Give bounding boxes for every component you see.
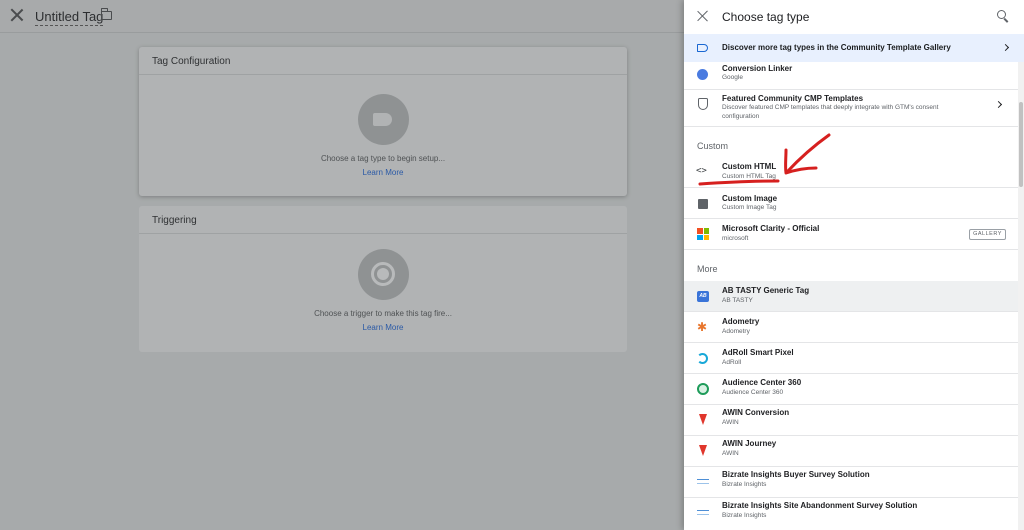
close-icon[interactable] bbox=[697, 10, 709, 22]
code-icon: <> bbox=[696, 166, 707, 176]
gallery-badge: GALLERY bbox=[969, 229, 1006, 240]
item-title: AWIN Journey bbox=[722, 439, 777, 448]
chevron-right-icon bbox=[1001, 43, 1010, 52]
item-title: AB TASTY Generic Tag bbox=[722, 286, 810, 295]
item-title: Custom Image bbox=[722, 194, 778, 203]
bizrate-logo-icon bbox=[697, 479, 709, 484]
section-label-custom: Custom bbox=[697, 141, 729, 151]
adroll-logo-icon bbox=[697, 353, 708, 364]
editor-topbar: Untitled Tag bbox=[0, 0, 684, 33]
panel-header: Choose tag type bbox=[684, 0, 1024, 33]
tag-type-item-awin-conversion[interactable]: AWIN Conversion AWIN bbox=[684, 405, 1018, 436]
abtasty-logo-icon: AB bbox=[697, 291, 709, 302]
item-subtitle: AWIN bbox=[722, 450, 739, 457]
folder-icon[interactable] bbox=[100, 8, 112, 20]
scrollbar-thumb[interactable] bbox=[1019, 102, 1023, 187]
choose-tag-type-panel: Choose tag type Discover more tag types … bbox=[684, 0, 1024, 530]
item-subtitle: Custom Image Tag bbox=[722, 204, 777, 211]
tag-type-item-bizrate-abandonment[interactable]: Bizrate Insights Site Abandonment Survey… bbox=[684, 498, 1018, 530]
item-title: AWIN Conversion bbox=[722, 408, 790, 417]
item-subtitle: Custom HTML Tag bbox=[722, 173, 776, 180]
divider bbox=[684, 249, 1018, 250]
tag-type-placeholder[interactable] bbox=[358, 94, 409, 145]
tag-type-item-ab-tasty[interactable]: AB AB TASTY Generic Tag AB TASTY bbox=[684, 281, 1018, 312]
awin-logo-icon bbox=[699, 445, 707, 456]
item-subtitle: Discover featured CMP templates that dee… bbox=[722, 104, 939, 120]
image-icon bbox=[698, 199, 708, 209]
tag-type-item-audience-center[interactable]: Audience Center 360 Audience Center 360 bbox=[684, 374, 1018, 405]
tag-icon bbox=[373, 113, 392, 126]
search-icon[interactable] bbox=[997, 10, 1006, 19]
microsoft-logo-icon bbox=[697, 228, 709, 240]
triggering-card[interactable]: Triggering Choose a trigger to make this… bbox=[139, 206, 627, 352]
panel-title: Choose tag type bbox=[722, 10, 810, 24]
card-hint: Choose a tag type to begin setup... bbox=[320, 154, 446, 163]
tag-type-item-microsoft-clarity[interactable]: Microsoft Clarity - Official microsoft G… bbox=[684, 219, 1018, 250]
section-label-more: More bbox=[697, 264, 718, 274]
divider bbox=[139, 74, 627, 75]
item-title: Conversion Linker bbox=[722, 64, 793, 73]
tag-type-item-custom-html[interactable]: <> Custom HTML Custom HTML Tag bbox=[684, 157, 1018, 188]
tag-type-item-cmp-templates[interactable]: Featured Community CMP Templates Discove… bbox=[684, 90, 1018, 127]
item-subtitle: AB TASTY bbox=[722, 297, 753, 304]
card-title: Tag Configuration bbox=[152, 56, 231, 67]
banner-text: Discover more tag types in the Community… bbox=[722, 43, 951, 52]
chevron-right-icon bbox=[994, 100, 1003, 109]
tag-name-field[interactable]: Untitled Tag bbox=[35, 9, 104, 26]
item-subtitle: AWIN bbox=[722, 419, 739, 426]
item-subtitle: Bizrate Insights bbox=[722, 512, 767, 519]
community-gallery-banner[interactable]: Discover more tag types in the Community… bbox=[684, 34, 1024, 62]
item-subtitle: Bizrate Insights bbox=[722, 481, 767, 488]
close-icon[interactable] bbox=[10, 8, 24, 22]
item-subtitle: Adometry bbox=[722, 328, 750, 335]
trigger-placeholder[interactable] bbox=[358, 249, 409, 300]
item-title: Featured Community CMP Templates bbox=[722, 94, 864, 103]
tag-type-item-conversion-linker[interactable]: Conversion Linker Google bbox=[684, 62, 1018, 90]
item-subtitle: AdRoll bbox=[722, 359, 742, 366]
item-title: Adometry bbox=[722, 317, 760, 326]
card-hint: Choose a trigger to make this tag fire..… bbox=[314, 309, 452, 318]
item-subtitle: Audience Center 360 bbox=[722, 389, 784, 396]
tag-configuration-card[interactable]: Tag Configuration Choose a tag type to b… bbox=[139, 47, 627, 196]
trigger-icon bbox=[371, 262, 395, 286]
item-subtitle: Google bbox=[722, 74, 743, 81]
adometry-logo-icon: ✱ bbox=[697, 320, 708, 334]
item-title: Bizrate Insights Buyer Survey Solution bbox=[722, 470, 870, 479]
item-title: Microsoft Clarity - Official bbox=[722, 224, 820, 233]
tag-type-item-custom-image[interactable]: Custom Image Custom Image Tag bbox=[684, 188, 1018, 219]
tag-icon bbox=[697, 44, 708, 52]
item-title: Audience Center 360 bbox=[722, 378, 802, 387]
scrollbar[interactable] bbox=[1018, 62, 1024, 530]
tag-type-item-adroll[interactable]: AdRoll Smart Pixel AdRoll bbox=[684, 343, 1018, 374]
bizrate-logo-icon bbox=[697, 510, 709, 515]
divider bbox=[684, 126, 1018, 127]
item-title: Custom HTML bbox=[722, 162, 777, 171]
tag-type-item-awin-journey[interactable]: AWIN Journey AWIN bbox=[684, 436, 1018, 467]
item-subtitle: microsoft bbox=[722, 235, 749, 242]
shield-icon bbox=[698, 98, 708, 110]
audience-center-logo-icon bbox=[697, 383, 709, 395]
awin-logo-icon bbox=[699, 414, 707, 425]
divider bbox=[139, 233, 627, 234]
learn-more-link[interactable]: Learn More bbox=[139, 168, 627, 177]
item-title: AdRoll Smart Pixel bbox=[722, 348, 794, 357]
tag-type-item-adometry[interactable]: ✱ Adometry Adometry bbox=[684, 312, 1018, 343]
learn-more-link[interactable]: Learn More bbox=[139, 323, 627, 332]
card-title: Triggering bbox=[152, 215, 197, 226]
link-icon bbox=[697, 69, 708, 80]
item-title: Bizrate Insights Site Abandonment Survey… bbox=[722, 501, 918, 510]
tag-type-item-bizrate-buyer[interactable]: Bizrate Insights Buyer Survey Solution B… bbox=[684, 467, 1018, 498]
